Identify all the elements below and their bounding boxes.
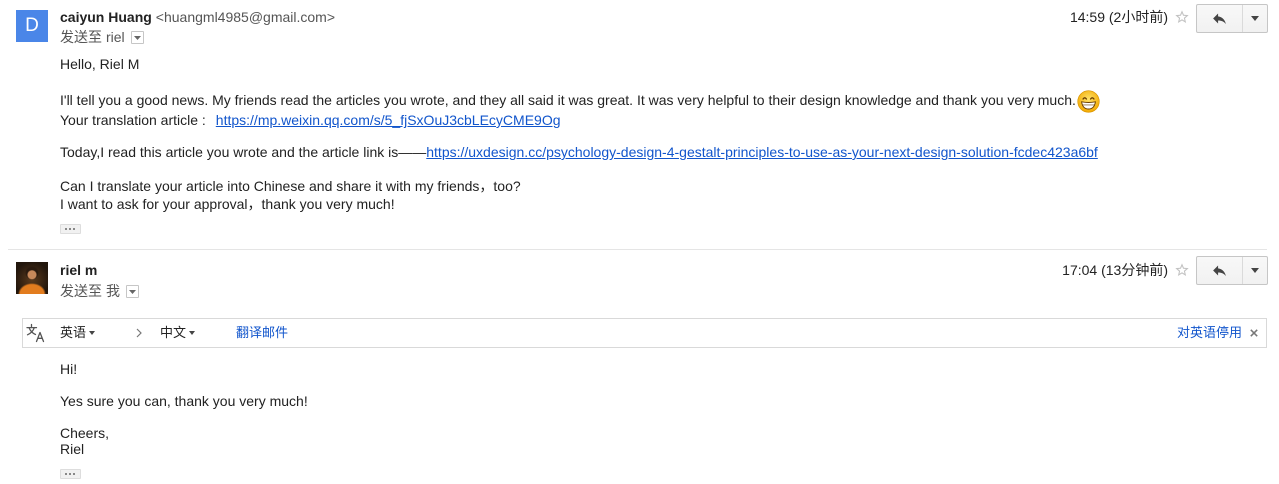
chevron-right-icon <box>136 328 142 338</box>
translation-line: Your translation article : https://mp.wei… <box>60 111 561 129</box>
ellipsis-icon <box>69 228 71 230</box>
request-line-1: Can I translate your article into Chines… <box>60 178 521 194</box>
translate-icon <box>26 323 45 343</box>
source-language: 英语 <box>60 325 87 340</box>
show-details-button[interactable] <box>130 31 144 44</box>
target-language-select[interactable]: 中文 <box>160 319 196 347</box>
message-time[interactable]: 17:04 (13分钟前) <box>1062 261 1168 279</box>
reply-icon <box>1213 265 1226 277</box>
ellipsis-icon <box>69 473 71 475</box>
translation-link[interactable]: https://mp.weixin.qq.com/s/5_fjSxOuJ3cbL… <box>216 112 561 128</box>
source-language-select[interactable]: 英语 <box>60 319 96 347</box>
ellipsis-icon <box>65 228 67 230</box>
body-paragraph: I'll tell you a good news. My friends re… <box>60 90 1100 113</box>
sender-line: caiyun Huang <huangml4985@gmail.com> <box>60 8 335 26</box>
more-options-button[interactable] <box>1243 5 1267 32</box>
show-details-button[interactable] <box>126 285 139 298</box>
body-line: Hi! <box>60 361 78 377</box>
star-icon[interactable] <box>1174 9 1190 25</box>
sender-avatar-photo[interactable] <box>16 262 48 294</box>
close-icon[interactable] <box>1250 329 1258 337</box>
request-line-2: I want to ask for your approval，thank yo… <box>60 196 395 212</box>
more-options-button[interactable] <box>1243 257 1267 284</box>
body-text: I'll tell you a good news. My friends re… <box>60 92 1076 109</box>
sender-line: riel m <box>60 261 97 279</box>
disable-translation-link[interactable]: 对英语停用 <box>1177 319 1242 347</box>
chevron-down-icon <box>129 290 136 294</box>
translate-bar: 英语 中文 翻译邮件 对英语停用 <box>22 318 1267 348</box>
target-language: 中文 <box>160 325 187 340</box>
ellipsis-icon <box>73 228 75 230</box>
message-divider <box>8 249 1267 250</box>
article-line: Today,I read this article you wrote and … <box>60 143 1098 161</box>
chevron-down-icon <box>189 331 196 335</box>
recipients-label: 发送至 <box>60 29 102 45</box>
sender-avatar[interactable]: D <box>16 10 48 42</box>
recipients-line: 发送至我 <box>60 282 139 300</box>
body-line: Riel <box>60 441 85 457</box>
reply-icon <box>1213 13 1226 25</box>
translation-label: Your translation article : <box>60 112 206 128</box>
ellipsis-icon <box>65 473 67 475</box>
article-link[interactable]: https://uxdesign.cc/psychology-design-4-… <box>426 144 1098 160</box>
sender-email: <huangml4985@gmail.com> <box>155 9 336 25</box>
reply-button[interactable] <box>1197 5 1243 32</box>
reply-button[interactable] <box>1197 257 1243 284</box>
recipients-value: 我 <box>106 283 120 299</box>
show-trimmed-content-button[interactable] <box>60 469 81 479</box>
chevron-down-icon <box>89 331 96 335</box>
chevron-down-icon <box>133 36 141 40</box>
recipients-line: 发送至 riel <box>60 28 144 46</box>
sender-name[interactable]: caiyun Huang <box>60 9 152 25</box>
message-time[interactable]: 14:59 (2小时前) <box>1070 8 1168 26</box>
star-icon[interactable] <box>1174 262 1190 278</box>
recipients-label: 发送至 <box>60 283 102 299</box>
message-actions <box>1196 4 1268 33</box>
body-line: Yes sure you can, thank you very much! <box>60 393 308 409</box>
sender-name[interactable]: riel m <box>60 262 97 278</box>
greeting-line: Hello, Riel M <box>60 56 140 72</box>
recipients-value: riel <box>106 29 125 45</box>
translate-message-link[interactable]: 翻译邮件 <box>236 319 288 347</box>
show-trimmed-content-button[interactable] <box>60 224 81 234</box>
ellipsis-icon <box>73 473 75 475</box>
message-actions <box>1196 256 1268 285</box>
article-text: Today,I read this article you wrote and … <box>60 144 427 160</box>
avatar-initial: D <box>25 15 39 36</box>
grinning-face-icon <box>1077 90 1100 113</box>
chevron-down-icon <box>1251 16 1259 21</box>
chevron-down-icon <box>1251 268 1259 273</box>
